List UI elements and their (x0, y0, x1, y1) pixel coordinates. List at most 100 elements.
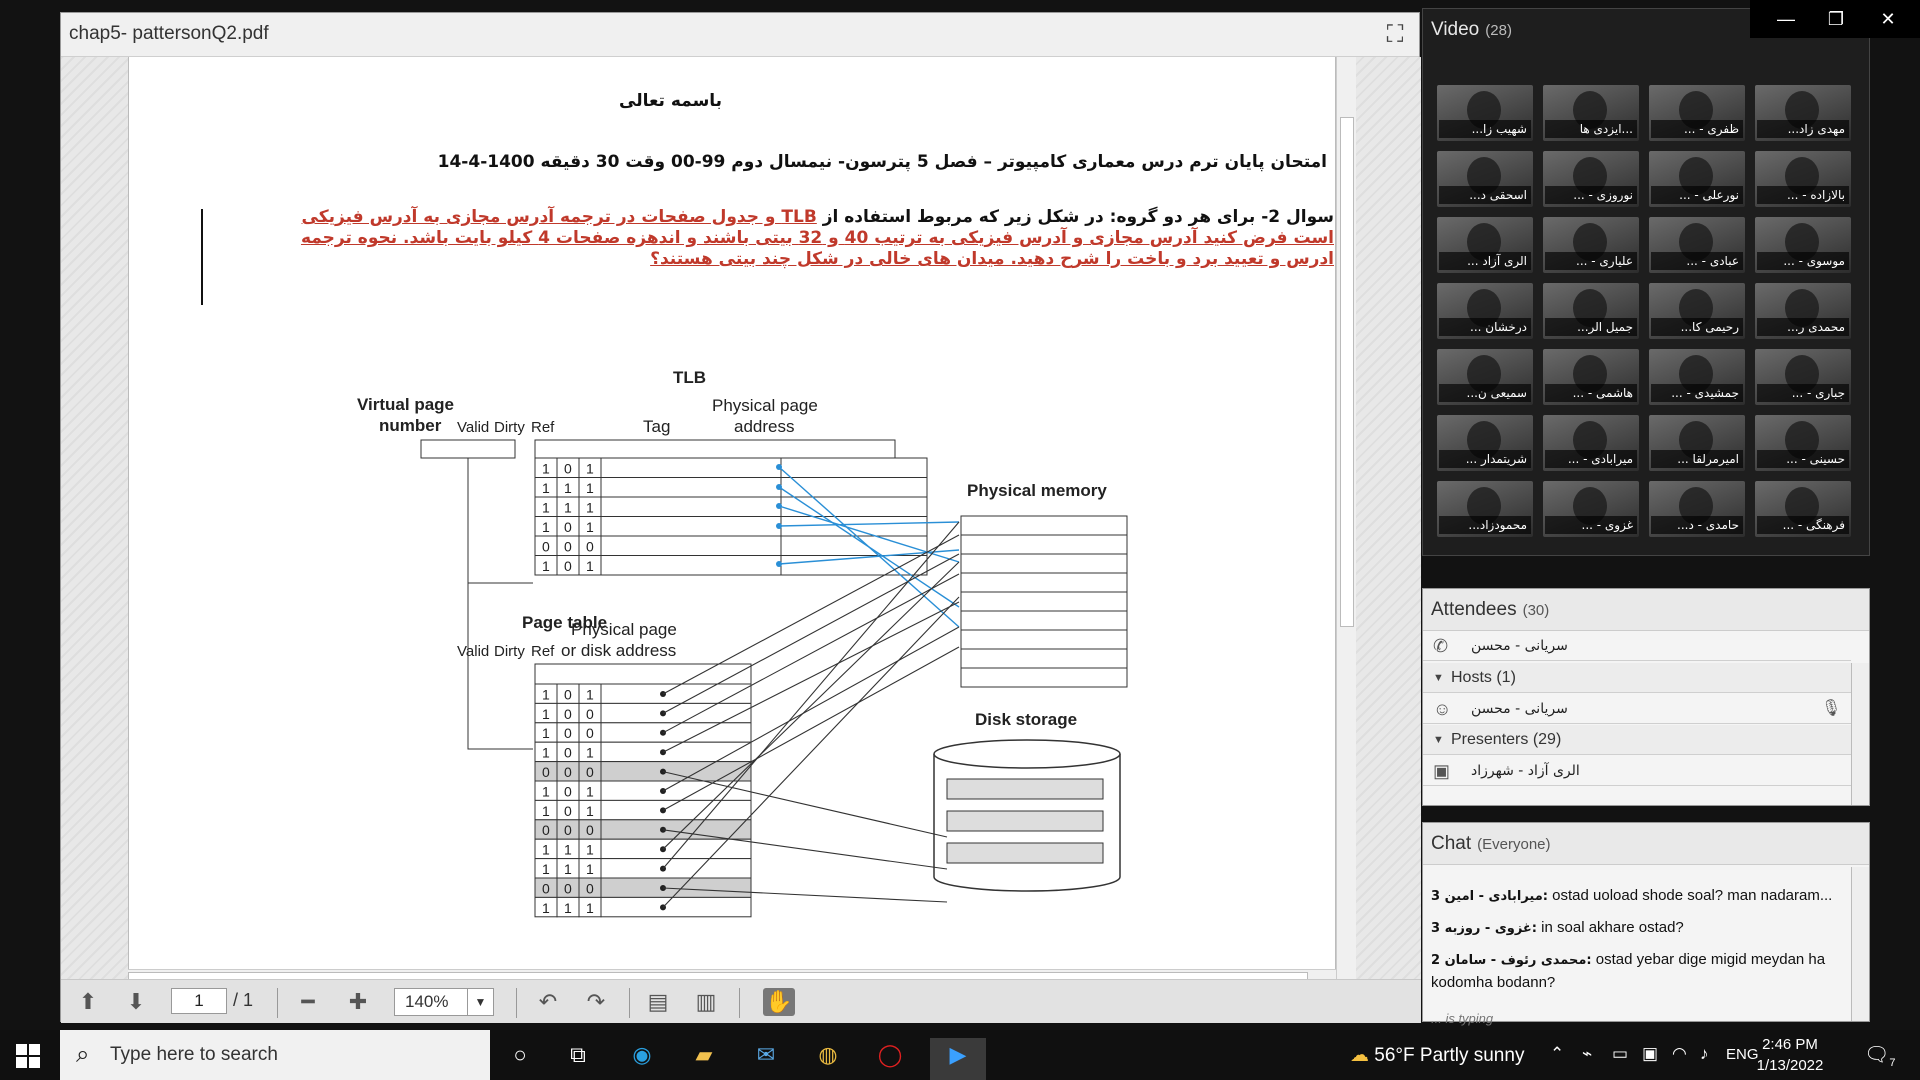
video-pod-title: Video (28) (1431, 19, 1512, 41)
video-tile[interactable]: علیاری - ... (1543, 217, 1639, 273)
chevron-up-icon[interactable]: ⌃ (1550, 1044, 1564, 1064)
video-tile[interactable]: میرابادی - ... (1543, 415, 1639, 471)
video-tile[interactable]: محمدی ر... (1755, 283, 1851, 339)
adobe-connect-icon[interactable]: ▶ (938, 1038, 978, 1072)
notification-icon[interactable]: 🗨7 (1864, 1042, 1896, 1069)
wifi-icon[interactable]: ◠ (1672, 1044, 1687, 1064)
video-tile[interactable]: اسحقی د... (1437, 151, 1533, 207)
video-tile[interactable]: رحیمی کا... (1649, 283, 1745, 339)
file-explorer-icon[interactable]: ▰ (684, 1038, 724, 1072)
single-page-icon[interactable]: ▤ (643, 988, 673, 1016)
pdf-viewport[interactable]: باسمه تعالی امتحان پایان ترم درس معماری … (61, 57, 1421, 987)
physical-memory-title: Physical memory (967, 481, 1107, 500)
attendees-title-text: Attendees (1431, 599, 1517, 620)
two-page-icon[interactable]: ▥ (691, 988, 721, 1016)
video-tile[interactable]: درخشان ... (1437, 283, 1533, 339)
video-tile-name: جباری - ... (1757, 384, 1849, 402)
video-tile[interactable]: جباری - ... (1755, 349, 1851, 405)
hosts-section[interactable]: ▼ Hosts (1) (1423, 663, 1851, 693)
bit-value: 0 (564, 461, 572, 477)
video-tile[interactable]: حامدی - د... (1649, 481, 1745, 537)
video-tile-name: محمودزاد... (1439, 516, 1531, 534)
chat-scrollbar[interactable] (1851, 867, 1869, 1021)
bit-value: 1 (564, 861, 572, 877)
bit-value: 1 (586, 783, 594, 799)
bit-value: 0 (586, 764, 594, 780)
bit-value: 0 (542, 880, 550, 896)
bit-value: 1 (586, 745, 594, 761)
tlb-cell (780, 457, 928, 478)
attendee-self[interactable]: ✆ سریانی - محسن (1423, 631, 1851, 661)
zoom-select[interactable]: 140% ▼ (394, 988, 494, 1016)
clock[interactable]: 2:46 PM 1/13/2022 (1750, 1034, 1830, 1076)
video-tile[interactable]: جمشیدی - ... (1649, 349, 1745, 405)
hand-tool-icon[interactable]: ✋ (763, 988, 795, 1016)
bit-value: 1 (542, 500, 550, 516)
task-view-icon[interactable]: ⧉ (558, 1038, 598, 1072)
rotate-left-icon[interactable]: ↶ (533, 988, 563, 1016)
collapse-triangle-icon[interactable]: ▼ (1433, 725, 1444, 755)
presenters-section[interactable]: ▼ Presenters (29) (1423, 725, 1851, 755)
restore-icon[interactable]: ❐ (1816, 6, 1856, 32)
rotate-right-icon[interactable]: ↷ (581, 988, 611, 1016)
video-tile[interactable]: هاشمی - ... (1543, 349, 1639, 405)
memory-page (960, 667, 1128, 688)
video-tile[interactable]: مهدی زاد... (1755, 85, 1851, 141)
video-tile[interactable]: غزوی - ... (1543, 481, 1639, 537)
taskbar-search[interactable]: ⌕ Type here to search (60, 1030, 490, 1080)
chevron-down-icon[interactable]: ▼ (467, 989, 493, 1015)
video-tile[interactable]: امیرمرلقا ... (1649, 415, 1745, 471)
memory-page (960, 648, 1128, 669)
pdf-vscroll-thumb[interactable] (1340, 117, 1354, 627)
video-tile[interactable]: الری آزاد ... (1437, 217, 1533, 273)
video-tile[interactable]: محمودزاد... (1437, 481, 1533, 537)
pt-col-ref: Ref (531, 643, 555, 660)
page-table: 1 0 11 0 01 0 01 0 10 0 01 0 11 0 10 0 01 1 11 1 10 0 01 1 1 (534, 663, 752, 918)
video-tile[interactable]: شریتمدار ... (1437, 415, 1533, 471)
collapse-triangle-icon[interactable]: ▼ (1433, 663, 1444, 693)
taskbar: ⌕ Type here to search ○ ⧉ ◉ ▰ ✉ ◍ ◯ ▶ ☁ 5… (0, 1030, 1920, 1080)
pdf-vertical-scrollbar[interactable] (1336, 57, 1356, 979)
fullscreen-icon[interactable]: ⛶ (1381, 21, 1409, 49)
zoom-out-icon[interactable]: ━ (293, 988, 323, 1016)
video-tile[interactable]: جمیل الر... (1543, 283, 1639, 339)
windows-start-icon[interactable] (14, 1042, 42, 1070)
cortana-icon[interactable]: ○ (500, 1038, 540, 1072)
video-tile[interactable]: موسوی - ... (1755, 217, 1851, 273)
video-tile[interactable]: حسینی - ... (1755, 415, 1851, 471)
chat-message: غزوی - روزبه 3: in soal akhare ostad? (1431, 917, 1841, 940)
host-row[interactable]: ☺ سریانی - محسن 🎙 (1423, 694, 1851, 724)
video-tile-name: محمدی ر... (1757, 318, 1849, 336)
video-tile[interactable]: بالازاده - ... (1755, 151, 1851, 207)
video-tile[interactable]: سمیعی ن... (1437, 349, 1533, 405)
video-tile[interactable]: عبادی - ... (1649, 217, 1745, 273)
next-page-icon[interactable]: ⬇ (121, 988, 151, 1016)
mail-icon[interactable]: ✉ (746, 1038, 786, 1072)
window-controls: — ❐ ✕ (1750, 0, 1920, 38)
video-tile[interactable]: ظفری - ... (1649, 85, 1745, 141)
video-tile[interactable]: شهیب زا... (1437, 85, 1533, 141)
minimize-icon[interactable]: — (1766, 6, 1806, 32)
chrome-icon[interactable]: ◍ (808, 1038, 848, 1072)
prev-page-icon[interactable]: ⬆ (73, 988, 103, 1016)
video-tile-name: هاشمی - ... (1545, 384, 1637, 402)
video-tile[interactable]: نورعلی - ... (1649, 151, 1745, 207)
video-tile[interactable]: نوروزی - ... (1543, 151, 1639, 207)
pt-header-row (534, 663, 752, 685)
presenter-row[interactable]: ▣ الری آزاد - شهرزاد (1423, 756, 1851, 786)
display-icon[interactable]: ▣ (1642, 1044, 1658, 1064)
close-icon[interactable]: ✕ (1868, 6, 1908, 32)
opera-icon[interactable]: ◯ (870, 1038, 910, 1072)
page-number-input[interactable]: 1 (171, 988, 227, 1014)
bit-value: 1 (586, 803, 594, 819)
memory-page (960, 629, 1128, 650)
weather-widget[interactable]: ☁ 56°F Partly sunny (1350, 1044, 1524, 1067)
video-tile[interactable]: فرهنگی - ... (1755, 481, 1851, 537)
battery-icon[interactable]: ▭ (1612, 1044, 1628, 1064)
attendees-scrollbar[interactable] (1851, 663, 1869, 805)
network-icon[interactable]: ⌁ (1582, 1044, 1592, 1064)
zoom-in-icon[interactable]: ✚ (343, 988, 373, 1016)
video-tile[interactable]: ...ایزدی ها (1543, 85, 1639, 141)
volume-icon[interactable]: ♪ (1700, 1044, 1709, 1064)
edge-icon[interactable]: ◉ (622, 1038, 662, 1072)
